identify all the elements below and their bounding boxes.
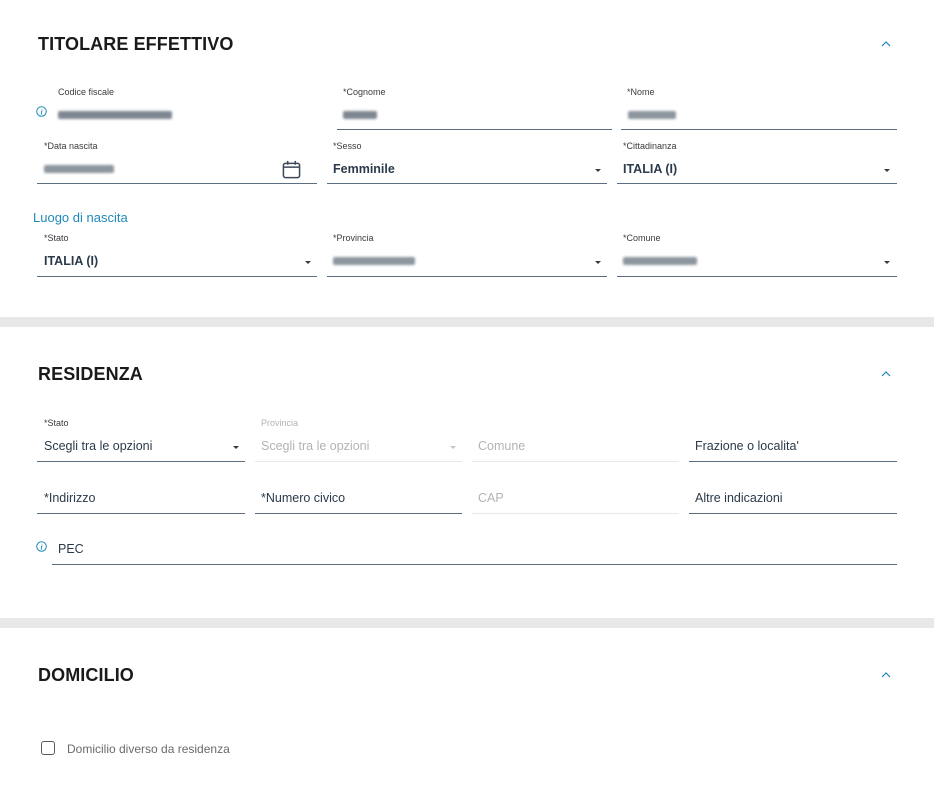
svg-text:i: i xyxy=(40,107,42,116)
cap-placeholder: CAP xyxy=(478,491,504,505)
numero-civico-placeholder: *Numero civico xyxy=(261,491,346,505)
pec-underline xyxy=(52,564,897,565)
section-title: TITOLARE EFFETTIVO xyxy=(38,34,234,54)
stato-residenza-underline xyxy=(37,461,245,462)
caret-down-icon xyxy=(233,446,239,449)
stato-nascita-value: ITALIA (I) xyxy=(44,254,99,268)
provincia-residenza-underline xyxy=(255,461,462,462)
stato-residenza-label: *Stato xyxy=(44,418,69,428)
provincia-residenza-label: Provincia xyxy=(261,418,299,428)
domicilio-diverso-checkbox[interactable] xyxy=(41,741,55,755)
comune-nascita-underline xyxy=(617,276,897,277)
sesso-underline xyxy=(327,183,607,184)
sesso-value: Femminile xyxy=(333,162,395,176)
info-icon[interactable]: i xyxy=(36,106,47,117)
nome-value-redacted xyxy=(628,111,676,119)
data-nascita-label: *Data nascita xyxy=(44,141,98,151)
frazione-placeholder: Frazione o localita' xyxy=(695,439,799,453)
pec-placeholder: PEC xyxy=(58,542,84,556)
chevron-up-icon[interactable] xyxy=(881,370,891,378)
codice-fiscale-label: Codice fiscale xyxy=(58,87,115,97)
cittadinanza-value: ITALIA (I) xyxy=(623,162,678,176)
provincia-nascita-value-redacted xyxy=(333,257,415,265)
provincia-nascita-label: *Provincia xyxy=(333,233,374,243)
comune-nascita-value-redacted xyxy=(623,257,697,265)
cognome-label: *Cognome xyxy=(343,87,386,97)
comune-residenza-underline xyxy=(472,461,679,462)
provincia-nascita-underline xyxy=(327,276,607,277)
caret-down-icon xyxy=(595,261,601,264)
cognome-underline xyxy=(337,129,612,130)
indirizzo-placeholder: *Indirizzo xyxy=(44,491,96,505)
data-nascita-value-redacted xyxy=(44,165,114,173)
chevron-up-icon[interactable] xyxy=(881,671,891,679)
cap-underline xyxy=(472,513,679,514)
altre-indicazioni-underline xyxy=(689,513,897,514)
altre-indicazioni-placeholder: Altre indicazioni xyxy=(695,491,783,505)
indirizzo-underline xyxy=(37,513,245,514)
section-divider xyxy=(0,317,934,327)
provincia-residenza-value: Scegli tra le opzioni xyxy=(261,439,370,453)
section-title: RESIDENZA xyxy=(38,364,143,384)
calendar-icon[interactable] xyxy=(282,160,301,179)
numero-civico-underline xyxy=(255,513,462,514)
section-divider xyxy=(0,618,934,628)
comune-residenza-placeholder: Comune xyxy=(478,439,526,453)
svg-text:i: i xyxy=(40,542,42,551)
chevron-up-icon[interactable] xyxy=(881,40,891,48)
caret-down-icon xyxy=(595,169,601,172)
cittadinanza-label: *Cittadinanza xyxy=(623,141,677,151)
frazione-underline xyxy=(689,461,897,462)
caret-down-icon xyxy=(305,261,311,264)
stato-nascita-underline xyxy=(37,276,317,277)
cittadinanza-underline xyxy=(617,183,897,184)
stato-nascita-label: *Stato xyxy=(44,233,69,243)
caret-down-icon xyxy=(884,261,890,264)
stato-residenza-value: Scegli tra le opzioni xyxy=(44,439,153,453)
caret-down-icon xyxy=(450,446,456,449)
codice-fiscale-value-redacted xyxy=(58,111,172,119)
nome-underline xyxy=(621,129,897,130)
comune-nascita-label: *Comune xyxy=(623,233,661,243)
cognome-value-redacted xyxy=(343,111,377,119)
info-icon[interactable]: i xyxy=(36,541,47,552)
domicilio-diverso-label[interactable]: Domicilio diverso da residenza xyxy=(67,742,230,756)
sesso-label: *Sesso xyxy=(333,141,362,151)
nome-label: *Nome xyxy=(627,87,655,97)
data-nascita-underline xyxy=(37,183,317,184)
caret-down-icon xyxy=(884,169,890,172)
section-title: DOMICILIO xyxy=(38,665,134,685)
luogo-di-nascita-title: Luogo di nascita xyxy=(33,210,128,225)
